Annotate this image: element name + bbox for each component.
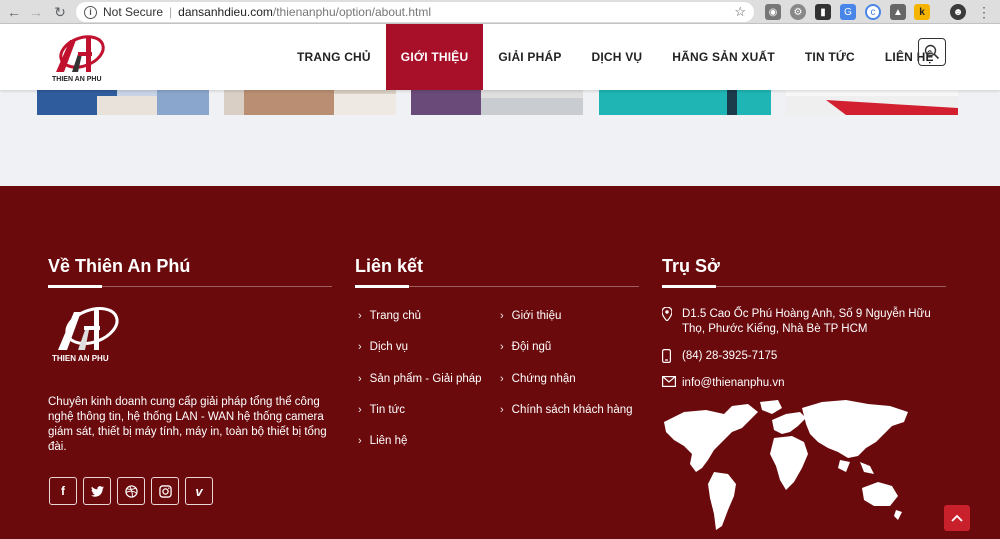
- thumbnail-image[interactable]: [37, 90, 209, 115]
- address-separator: |: [169, 5, 173, 19]
- twitter-icon: [90, 485, 104, 497]
- vimeo-button[interactable]: v: [185, 477, 213, 505]
- chevron-right-icon: ›: [358, 341, 362, 353]
- search-button[interactable]: [918, 38, 946, 66]
- footer-link-label: Trang chủ: [369, 310, 422, 322]
- chevron-right-icon: ›: [500, 404, 504, 416]
- office-address-text: D1.5 Cao Ốc Phú Hoàng Anh, Số 9 Nguyễn H…: [682, 308, 931, 335]
- chevron-right-icon: ›: [358, 373, 362, 385]
- back-icon[interactable]: ←: [4, 2, 24, 22]
- vimeo-icon: v: [195, 483, 203, 499]
- browser-toolbar: ← → ↻ i Not Secure | dansanhdieu.com/thi…: [0, 0, 1000, 24]
- twitter-button[interactable]: [83, 477, 111, 505]
- footer-link-services[interactable]: › Dịch vụ: [358, 341, 408, 353]
- footer-link-home[interactable]: › Trang chủ: [358, 310, 421, 322]
- chevron-up-icon: [951, 514, 963, 522]
- footer-link-label: Tin tức: [369, 404, 406, 416]
- translate-extension-icon[interactable]: G: [840, 4, 856, 20]
- office-address: D1.5 Cao Ốc Phú Hoàng Anh, Số 9 Nguyễn H…: [661, 306, 942, 337]
- footer-link-certifications[interactable]: › Chứng nhận: [500, 373, 576, 385]
- nav-item-services[interactable]: DỊCH VỤ: [577, 24, 658, 90]
- footer: Về Thiên An Phú THIEN AN PHU Chuyên kinh…: [0, 186, 1000, 539]
- gear-extension-icon[interactable]: ⚙: [790, 4, 806, 20]
- nav-item-manufacturers[interactable]: HÃNG SẢN XUẤT: [657, 24, 790, 90]
- footer-link-label: Dịch vụ: [369, 341, 409, 353]
- footer-link-label: Đội ngũ: [511, 341, 552, 353]
- forward-icon[interactable]: →: [26, 2, 46, 22]
- envelope-icon: [662, 376, 677, 392]
- nav-item-solutions[interactable]: GIẢI PHÁP: [483, 24, 576, 90]
- footer-about-title: Về Thiên An Phú: [48, 256, 191, 276]
- phone-icon: [662, 349, 676, 368]
- divider: [662, 285, 946, 288]
- footer-logo: THIEN AN PHU: [48, 304, 128, 363]
- chevron-right-icon: ›: [358, 404, 362, 416]
- security-label: Not Secure: [103, 5, 164, 19]
- chevron-right-icon: ›: [500, 341, 504, 353]
- footer-about-description: Chuyên kinh doanh cung cấp giải pháp tổn…: [48, 396, 327, 453]
- footer-link-contact[interactable]: › Liên hệ: [358, 435, 407, 447]
- info-icon[interactable]: i: [84, 5, 97, 19]
- nav-item-home[interactable]: TRANG CHỦ: [282, 24, 386, 90]
- office-email-text: info@thienanphu.vn: [682, 377, 785, 389]
- chevron-right-icon: ›: [500, 373, 504, 385]
- logo-text: THIEN AN PHU: [52, 76, 102, 83]
- instagram-button[interactable]: [151, 477, 179, 505]
- footer-link-label: Sản phẩm - Giải pháp: [369, 373, 482, 385]
- circle-extension-icon[interactable]: c: [865, 4, 881, 20]
- footer-link-news[interactable]: › Tin tức: [358, 404, 405, 416]
- chevron-right-icon: ›: [358, 435, 362, 447]
- footer-link-label: Liên hệ: [369, 435, 408, 447]
- nav-item-news[interactable]: TIN TỨC: [790, 24, 870, 90]
- reload-icon[interactable]: ↻: [50, 2, 70, 22]
- thumbnail-image[interactable]: [224, 90, 396, 115]
- instagram-icon: [158, 484, 172, 498]
- office-phone[interactable]: (84) 28-3925-7175: [662, 349, 777, 368]
- url-path: /thienanphu/option/about.html: [272, 5, 432, 19]
- footer-link-about[interactable]: › Giới thiệu: [500, 310, 561, 322]
- url-domain: dansanhdieu.com: [178, 5, 273, 19]
- divider: [48, 285, 332, 288]
- menu-kebab-icon[interactable]: ⋮: [974, 2, 994, 22]
- main-nav: TRANG CHỦ GIỚI THIỆU GIẢI PHÁP DỊCH VỤ H…: [282, 24, 949, 90]
- office-email[interactable]: info@thienanphu.vn: [662, 376, 784, 392]
- logo[interactable]: THIEN AN PHU: [48, 34, 112, 84]
- footer-link-products[interactable]: › Sản phẩm - Giải pháp: [358, 373, 482, 385]
- profile-avatar-icon[interactable]: ☻: [950, 4, 966, 20]
- thumbnail-image[interactable]: [411, 90, 583, 115]
- address-bar[interactable]: i Not Secure | dansanhdieu.com/thienanph…: [76, 2, 754, 22]
- thumbnail-image[interactable]: [599, 90, 771, 115]
- footer-link-label: Chính sách khách hàng: [511, 404, 633, 416]
- thumbnail-image[interactable]: [786, 90, 958, 115]
- nav-item-about[interactable]: GIỚI THIỆU: [385, 24, 484, 90]
- footer-links-title: Liên kết: [355, 256, 424, 276]
- footer-link-label: Giới thiệu: [511, 310, 562, 322]
- drive-extension-icon[interactable]: ▲: [890, 4, 906, 20]
- office-phone-text: (84) 28-3925-7175: [682, 350, 778, 362]
- world-map-image: [662, 398, 912, 539]
- footer-link-label: Chứng nhận: [511, 373, 576, 385]
- footer-link-team[interactable]: › Đội ngũ: [500, 341, 551, 353]
- footer-office-title: Trụ Sở: [662, 256, 720, 276]
- dribbble-icon: [124, 484, 138, 498]
- divider: [355, 285, 639, 288]
- footer-link-customer-policy[interactable]: › Chính sách khách hàng: [500, 404, 633, 416]
- content-area: [0, 90, 1000, 186]
- camera-extension-icon[interactable]: ◉: [765, 4, 781, 20]
- phone-extension-icon[interactable]: ▮: [815, 4, 831, 20]
- site-header: THIEN AN PHU TRANG CHỦ GIỚI THIỆU GIẢI P…: [0, 24, 1000, 90]
- dribbble-button[interactable]: [117, 477, 145, 505]
- chevron-right-icon: ›: [500, 310, 504, 322]
- k-extension-icon[interactable]: k: [914, 4, 930, 20]
- footer-logo-text: THIEN AN PHU: [52, 354, 109, 363]
- bookmark-star-icon[interactable]: ☆: [734, 4, 746, 20]
- scroll-to-top-button[interactable]: [944, 505, 970, 531]
- search-icon: [924, 44, 940, 60]
- facebook-button[interactable]: f: [49, 477, 77, 505]
- map-pin-icon: [661, 306, 676, 337]
- facebook-icon: f: [61, 484, 65, 498]
- chevron-right-icon: ›: [358, 310, 362, 322]
